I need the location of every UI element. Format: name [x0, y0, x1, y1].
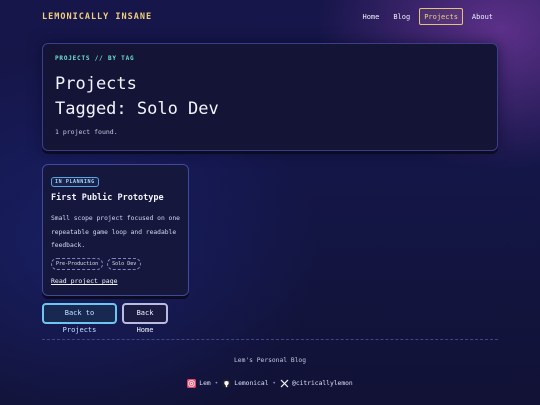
project-tags: Pre-Production Solo Dev: [51, 258, 142, 270]
social-instagram[interactable]: Lem: [187, 379, 211, 388]
result-count: 1 project found.: [55, 128, 118, 136]
separator: •: [214, 380, 219, 387]
back-to-projects-button[interactable]: Back to Projects: [42, 303, 117, 334]
tag-pre-production[interactable]: Pre-Production: [51, 258, 104, 270]
footer-title: Lem's Personal Blog: [233, 357, 307, 364]
project-title: First Public Prototype: [51, 193, 164, 203]
status-badge: IN PLANNING: [51, 177, 99, 187]
main-nav: Home Blog Projects About: [357, 8, 498, 25]
page-title: Projects Tagged: Solo Dev: [55, 72, 219, 122]
separator: •: [272, 380, 277, 387]
tag-solo-dev[interactable]: Solo Dev: [107, 258, 142, 270]
page-title-line-1: Projects: [55, 74, 137, 94]
nav-home[interactable]: Home: [357, 8, 384, 25]
nav-about[interactable]: About: [467, 8, 498, 25]
social-github[interactable]: Lemonical: [222, 379, 268, 388]
read-project-link[interactable]: Read project page: [51, 277, 118, 285]
breadcrumb: PROJECTS // BY TAG: [55, 55, 135, 62]
x-icon: [280, 379, 289, 388]
instagram-icon: [187, 379, 197, 388]
project-card: IN PLANNING First Public Prototype Small…: [42, 164, 189, 296]
project-description: Small scope project focused on one repea…: [51, 215, 180, 249]
social-x[interactable]: @citricallylemon: [280, 379, 353, 388]
social-links: Lem • Lemonical • @citricallylemon: [0, 379, 540, 388]
social-instagram-label: Lem: [199, 380, 211, 387]
page-hero: PROJECTS // BY TAG Projects Tagged: Solo…: [42, 43, 498, 151]
nav-blog[interactable]: Blog: [388, 8, 415, 25]
social-github-label: Lemonical: [234, 380, 269, 387]
site-brand[interactable]: LEMONICALLY INSANE: [42, 12, 152, 22]
site-header: LEMONICALLY INSANE Home Blog Projects Ab…: [42, 8, 498, 28]
page-title-line-2: Tagged: Solo Dev: [55, 99, 219, 119]
back-home-button[interactable]: Back Home: [122, 303, 168, 334]
footer-divider: [42, 339, 498, 340]
social-x-label: @citricallylemon: [292, 380, 353, 387]
github-icon: [222, 379, 232, 388]
nav-projects[interactable]: Projects: [419, 8, 463, 25]
